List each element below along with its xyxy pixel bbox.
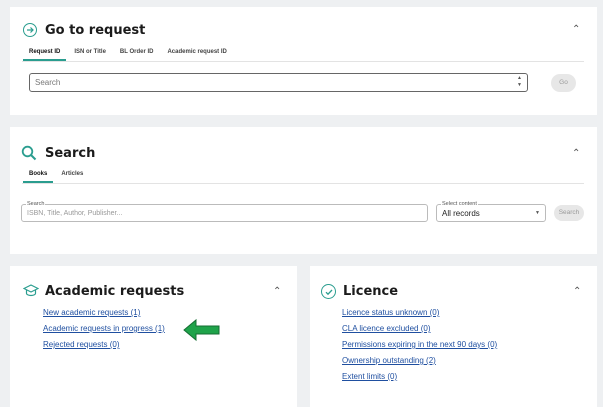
- request-tabs: Request ID ISN or Title BL Order ID Acad…: [22, 49, 227, 61]
- cla-licence-excluded-link[interactable]: CLA licence excluded (0): [342, 321, 497, 337]
- tab-articles[interactable]: Articles: [61, 171, 83, 183]
- check-circle-icon: [321, 284, 336, 299]
- tab-academic-request-id[interactable]: Academic request ID: [167, 49, 226, 61]
- go-to-request-card: Go to request ⌃ Request ID ISN or Title …: [10, 7, 597, 115]
- search-card: Search ⌃ Books Articles Search ISBN, Tit…: [10, 127, 597, 254]
- licence-title: Licence: [343, 284, 399, 299]
- search-icon: [21, 145, 37, 166]
- tab-request-id[interactable]: Request ID: [22, 49, 67, 61]
- arrow-right-circle-icon: [23, 23, 37, 37]
- academic-requests-title: Academic requests: [45, 284, 185, 299]
- search-title: Search: [45, 146, 96, 161]
- ownership-outstanding-link[interactable]: Ownership outstanding (2): [342, 353, 497, 369]
- academic-links: New academic requests (1) Academic reque…: [43, 305, 165, 353]
- tab-books[interactable]: Books: [22, 171, 54, 183]
- tab-divider: [22, 61, 584, 62]
- tab-divider: [22, 183, 584, 184]
- request-search-placeholder: Search: [35, 78, 61, 87]
- search-placeholder: ISBN, Title, Author, Publisher...: [27, 210, 123, 217]
- go-to-request-title: Go to request: [45, 23, 146, 38]
- rejected-requests-link[interactable]: Rejected requests (0): [43, 337, 165, 353]
- search-button[interactable]: Search: [554, 205, 584, 221]
- go-button[interactable]: Go: [551, 74, 576, 92]
- academic-requests-card: Academic requests ⌃ New academic request…: [10, 266, 297, 407]
- extent-limits-link[interactable]: Extent limits (0): [342, 369, 497, 385]
- graduation-cap-icon: [22, 284, 40, 303]
- request-search-input[interactable]: Search ▲ ▼: [29, 73, 528, 92]
- books-search-input[interactable]: Search ISBN, Title, Author, Publisher...: [21, 201, 428, 222]
- select-value: All records: [442, 209, 480, 218]
- collapse-chevron-icon[interactable]: ⌃: [273, 286, 281, 297]
- search-tabs: Books Articles: [22, 171, 83, 183]
- content-select[interactable]: Select content All records ▼: [436, 201, 546, 222]
- academic-requests-in-progress-link[interactable]: Academic requests in progress (1): [43, 321, 165, 337]
- licence-status-unknown-link[interactable]: Licence status unknown (0): [342, 305, 497, 321]
- licence-links: Licence status unknown (0) CLA licence e…: [342, 305, 497, 385]
- new-academic-requests-link[interactable]: New academic requests (1): [43, 305, 165, 321]
- select-content-label: Select content: [441, 201, 478, 207]
- search-field-label: Search: [26, 201, 46, 207]
- tab-bl-order-id[interactable]: BL Order ID: [120, 49, 154, 61]
- collapse-chevron-icon[interactable]: ⌃: [572, 24, 580, 35]
- green-arrow-icon: [182, 318, 222, 347]
- permissions-expiring-link[interactable]: Permissions expiring in the next 90 days…: [342, 337, 497, 353]
- spinner-icon[interactable]: ▲ ▼: [517, 75, 522, 89]
- dropdown-arrow-icon: ▼: [535, 210, 540, 216]
- licence-card: Licence ⌃ Licence status unknown (0) CLA…: [310, 266, 597, 407]
- collapse-chevron-icon[interactable]: ⌃: [573, 286, 581, 297]
- tab-isn-or-title[interactable]: ISN or Title: [74, 49, 106, 61]
- collapse-chevron-icon[interactable]: ⌃: [572, 148, 580, 159]
